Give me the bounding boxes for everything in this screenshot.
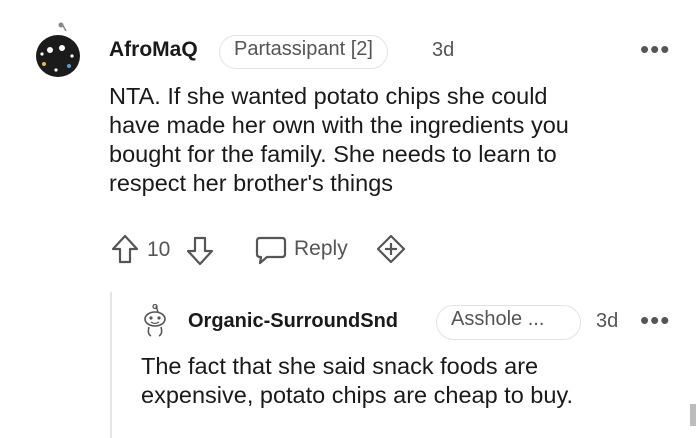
reply-timestamp: 3d [596, 310, 619, 332]
upvote-arrow-icon[interactable] [111, 234, 139, 264]
comment-timestamp: 3d [432, 39, 455, 61]
reply-body: The fact that she said snack foods are e… [141, 352, 681, 410]
reply-username[interactable]: Organic-SurroundSnd [188, 310, 398, 333]
reply-label: Reply [294, 237, 348, 260]
reply-user-flair: Asshole ... [436, 305, 581, 340]
speech-bubble-icon [255, 236, 287, 265]
thread-line[interactable] [110, 292, 112, 438]
comment-body: NTA. If she wanted potato chips she coul… [109, 82, 679, 198]
user-flair: Partassipant [2] [219, 35, 388, 69]
more-options-button[interactable]: ••• [640, 36, 670, 62]
downvote-arrow-icon[interactable] [186, 236, 214, 266]
comment-body-line: bought for the family. She needs to lear… [109, 141, 557, 167]
reply-user-avatar[interactable] [141, 304, 169, 338]
comment-username[interactable]: AfroMaQ [109, 38, 198, 62]
reply-body-line: expensive, potato chips are cheap to buy… [141, 382, 573, 408]
plus-award-icon[interactable] [374, 234, 408, 266]
reply-button[interactable]: Reply [254, 233, 354, 265]
comment-body-line: have made her own with the ingredients y… [109, 112, 569, 138]
reply-more-options-button[interactable]: ••• [640, 307, 670, 333]
user-avatar[interactable] [32, 22, 84, 80]
comment-body-line: NTA. If she wanted potato chips she coul… [109, 83, 548, 109]
scrollbar-thumb[interactable] [690, 404, 696, 426]
comment-body-line: respect her brother's things [109, 170, 394, 196]
vote-score: 10 [147, 238, 171, 261]
reply-body-line: The fact that she said snack foods are [141, 353, 539, 379]
